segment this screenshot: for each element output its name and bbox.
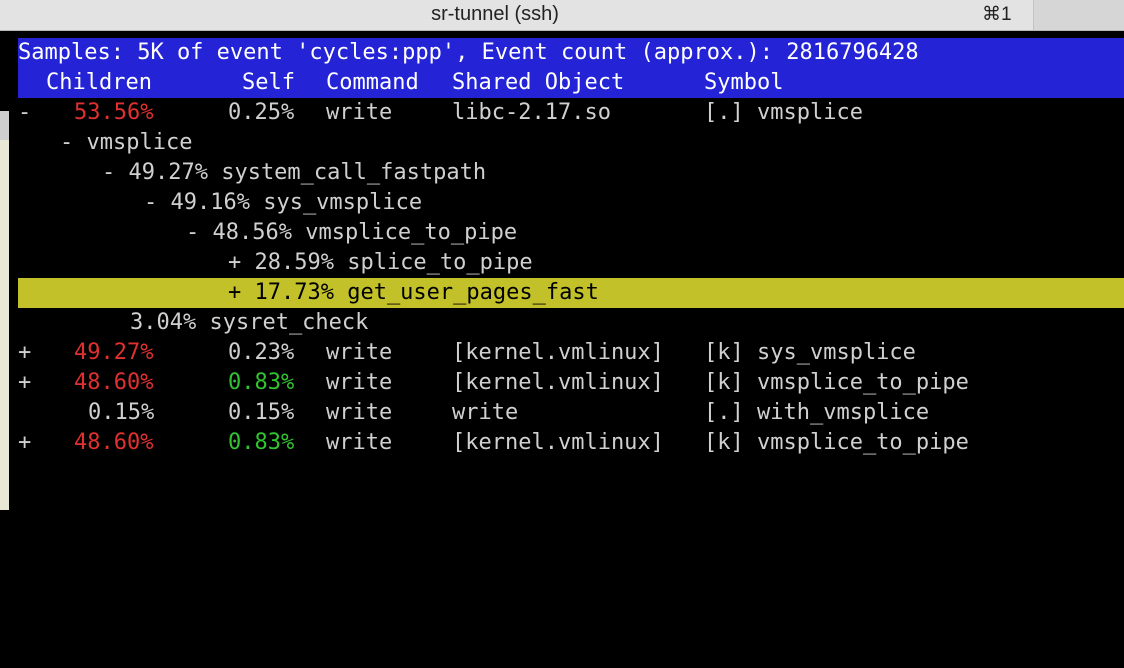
command-cell: write — [326, 340, 393, 365]
callchain-entry: - vmsplice — [60, 130, 193, 155]
callchain-entry: - 49.27% system_call_fastpath — [102, 160, 487, 185]
self-percent: 0.15% — [228, 400, 295, 425]
window-shortcut: ⌘1 — [982, 4, 1012, 25]
table-row[interactable]: 0.15% 0.15% write write [.] with_vmsplic… — [18, 398, 1124, 428]
shared-object-cell: [kernel.vmlinux] — [452, 370, 664, 395]
column-header-symbol[interactable]: Symbol — [704, 68, 783, 98]
self-percent: 0.83% — [228, 430, 295, 455]
callchain-row[interactable]: - 48.56% vmsplice_to_pipe — [18, 218, 1124, 248]
callchain-row-selected[interactable]: + 17.73% get_user_pages_fast — [18, 278, 1124, 308]
symbol-cell: [k] vmsplice_to_pipe — [704, 370, 969, 395]
children-percent: 49.27% — [74, 340, 154, 365]
command-cell: write — [326, 370, 393, 395]
children-percent: 53.56% — [74, 100, 154, 125]
symbol-cell: [.] vmsplice — [704, 100, 863, 125]
children-percent: 0.15% — [88, 400, 155, 425]
callchain-entry: + 28.59% splice_to_pipe — [228, 250, 533, 275]
expand-marker[interactable]: + — [18, 338, 31, 368]
callchain-row[interactable]: + 28.59% splice_to_pipe — [18, 248, 1124, 278]
perf-summary-line: Samples: 5K of event 'cycles:ppp', Event… — [18, 38, 1124, 68]
terminal-pane[interactable]: Samples: 5K of event 'cycles:ppp', Event… — [14, 38, 1124, 510]
column-header-children[interactable]: Children — [46, 68, 152, 98]
callchain-row[interactable]: - 49.16% sys_vmsplice — [18, 188, 1124, 218]
collapse-marker[interactable]: - — [18, 98, 31, 128]
table-row[interactable]: + 49.27% 0.23% write [kernel.vmlinux] [k… — [18, 338, 1124, 368]
column-header-command[interactable]: Command — [326, 68, 419, 98]
table-row[interactable]: - 53.56% 0.25% write libc-2.17.so [.] vm… — [18, 98, 1124, 128]
window-title: sr-tunnel (ssh) — [431, 3, 559, 25]
expand-marker[interactable]: + — [18, 428, 31, 458]
background-window-strip — [0, 111, 9, 141]
shared-object-cell: [kernel.vmlinux] — [452, 430, 664, 455]
titlebar-empty-area[interactable] — [1034, 0, 1124, 30]
left-window-edge — [0, 31, 14, 510]
shared-object-cell: libc-2.17.so — [452, 100, 611, 125]
self-percent: 0.25% — [228, 100, 295, 125]
symbol-cell: [k] vmsplice_to_pipe — [704, 430, 969, 455]
summary-text: Samples: 5K of event 'cycles:ppp', Event… — [18, 40, 919, 65]
symbol-cell: [.] with_vmsplice — [704, 400, 930, 425]
symbol-cell: [k] sys_vmsplice — [704, 340, 916, 365]
callchain-row[interactable]: - 49.27% system_call_fastpath — [18, 158, 1124, 188]
callchain-entry: + 17.73% get_user_pages_fast — [228, 280, 599, 305]
callchain-entry: 3.04% sysret_check — [130, 310, 369, 335]
shared-object-cell: [kernel.vmlinux] — [452, 340, 664, 365]
column-header-shared-object[interactable]: Shared Object — [452, 68, 624, 98]
command-cell: write — [326, 430, 393, 455]
children-percent: 48.60% — [74, 430, 154, 455]
table-row[interactable]: + 48.60% 0.83% write [kernel.vmlinux] [k… — [18, 368, 1124, 398]
self-percent: 0.23% — [228, 340, 295, 365]
self-percent: 0.83% — [228, 370, 295, 395]
window-titlebar: sr-tunnel (ssh) ⌘1 — [0, 0, 1124, 31]
callchain-row[interactable]: 3.04% sysret_check — [18, 308, 1124, 338]
table-row[interactable]: + 48.60% 0.83% write [kernel.vmlinux] [k… — [18, 428, 1124, 458]
callchain-row[interactable]: - vmsplice — [18, 128, 1124, 158]
background-window-strip — [0, 140, 9, 510]
callchain-entry: - 48.56% vmsplice_to_pipe — [186, 220, 518, 245]
command-cell: write — [326, 100, 393, 125]
callchain-entry: - 49.16% sys_vmsplice — [144, 190, 423, 215]
column-header-row: Children Self Command Shared Object Symb… — [18, 68, 1124, 98]
column-header-self[interactable]: Self — [242, 68, 295, 98]
expand-marker[interactable]: + — [18, 368, 31, 398]
command-cell: write — [326, 400, 393, 425]
children-percent: 48.60% — [74, 370, 154, 395]
shared-object-cell: write — [452, 400, 519, 425]
